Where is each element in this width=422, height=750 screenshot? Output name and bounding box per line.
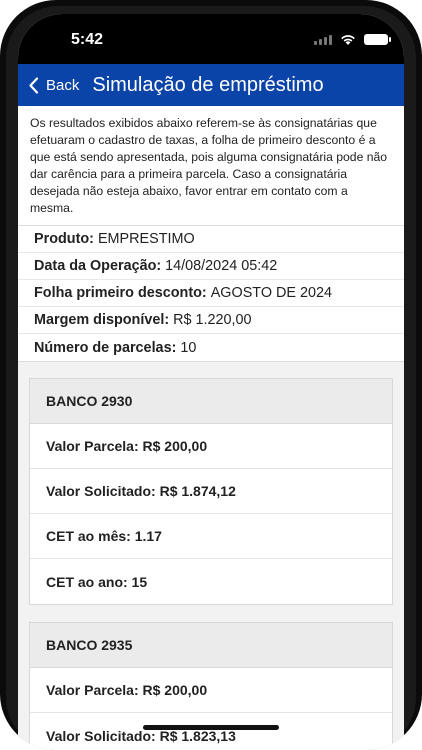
info-value: EMPRESTIMO bbox=[97, 231, 195, 247]
info-label: Produto: bbox=[34, 231, 94, 247]
status-time: 5:42 bbox=[71, 31, 104, 48]
bank-card[interactable]: BANCO 2935 Valor Parcela: R$ 200,00 Valo… bbox=[29, 622, 393, 750]
info-row-produto: Produto: EMPRESTIMO bbox=[18, 226, 404, 253]
chevron-left-icon bbox=[29, 76, 39, 94]
phone-frame: 5:42 Back Simulação de empréstimo Os res… bbox=[0, 0, 422, 750]
status-icons bbox=[314, 34, 391, 45]
results-list[interactable]: BANCO 2930 Valor Parcela: R$ 200,00 Valo… bbox=[18, 362, 404, 750]
info-row-parcelas: Número de parcelas: 10 bbox=[18, 334, 404, 361]
bank-valor-solicitado: Valor Solicitado: R$ 1.874,12 bbox=[30, 469, 392, 514]
home-indicator[interactable] bbox=[143, 725, 279, 730]
bank-valor-solicitado: Valor Solicitado: R$ 1.823,13 bbox=[46, 727, 236, 744]
signal-icon bbox=[314, 34, 332, 45]
bank-cet-ano: CET ao ano: 15 bbox=[46, 573, 148, 590]
bank-card[interactable]: BANCO 2930 Valor Parcela: R$ 200,00 Valo… bbox=[29, 378, 393, 605]
battery-icon bbox=[364, 34, 391, 45]
screen: 5:42 Back Simulação de empréstimo Os res… bbox=[18, 14, 404, 750]
info-value: R$ 1.220,00 bbox=[173, 312, 252, 328]
status-bar: 5:42 bbox=[18, 14, 404, 64]
content[interactable]: Os resultados exibidos abaixo referem-se… bbox=[18, 106, 404, 750]
bank-name: BANCO 2930 bbox=[30, 379, 392, 424]
back-label: Back bbox=[46, 76, 80, 94]
bank-valor-parcela: Valor Parcela: R$ 200,00 bbox=[30, 424, 392, 469]
info-label: Folha primeiro desconto: bbox=[34, 285, 207, 301]
info-row-folha: Folha primeiro desconto: AGOSTO DE 2024 bbox=[18, 280, 404, 307]
back-button[interactable]: Back bbox=[28, 77, 79, 94]
page-title: Simulação de empréstimo bbox=[92, 73, 324, 96]
bank-name: BANCO 2935 bbox=[30, 623, 392, 668]
info-value: 10 bbox=[180, 339, 197, 356]
bank-cet-mes: CET ao mês: 1.17 bbox=[30, 514, 392, 559]
info-label: Data da Operação: bbox=[34, 258, 162, 274]
wifi-icon bbox=[341, 35, 355, 45]
info-list: Produto: EMPRESTIMO Data da Operação: 14… bbox=[18, 226, 404, 362]
info-value: AGOSTO DE 2024 bbox=[210, 285, 333, 301]
info-row-margem: Margem disponível: R$ 1.220,00 bbox=[18, 307, 404, 334]
info-label: Número de parcelas: bbox=[34, 339, 177, 356]
notice-text: Os resultados exibidos abaixo referem-se… bbox=[18, 106, 404, 226]
info-value: 14/08/2024 05:42 bbox=[165, 258, 278, 274]
info-label: Margem disponível: bbox=[34, 312, 170, 328]
info-row-data-operacao: Data da Operação: 14/08/2024 05:42 bbox=[18, 253, 404, 280]
bank-valor-parcela: Valor Parcela: R$ 200,00 bbox=[30, 668, 392, 713]
nav-bar: Back Simulação de empréstimo bbox=[18, 64, 404, 106]
